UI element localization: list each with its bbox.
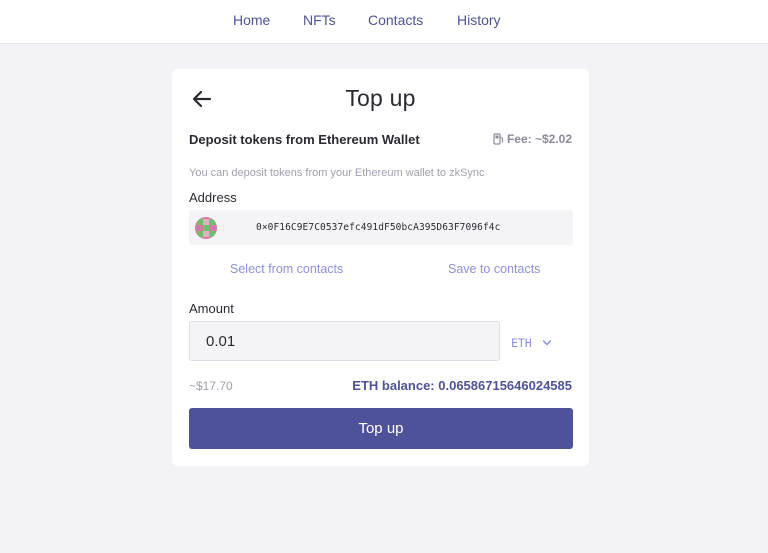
nav-nfts[interactable]: NFTs — [303, 12, 336, 28]
address-identicon — [195, 217, 217, 239]
top-up-button[interactable]: Top up — [189, 408, 573, 449]
top-navigation: Home NFTs Contacts History — [0, 0, 768, 44]
fee-indicator: Fee: ~$2.02 — [493, 132, 572, 146]
nav-home[interactable]: Home — [233, 12, 270, 28]
top-up-card: Top up Deposit tokens from Ethereum Wall… — [172, 69, 589, 466]
address-label: Address — [189, 190, 237, 205]
deposit-description: You can deposit tokens from your Ethereu… — [189, 167, 485, 179]
fee-value: Fee: ~$2.02 — [506, 132, 572, 146]
amount-label: Amount — [189, 301, 234, 316]
address-field[interactable]: 0×0F16C9E7C0537efc491dF50bcA395D63F7096f… — [189, 210, 573, 245]
usd-estimate: ~$17.70 — [189, 379, 233, 393]
nav-history[interactable]: History — [457, 12, 501, 28]
amount-input[interactable] — [189, 321, 500, 361]
nav-contacts[interactable]: Contacts — [368, 12, 423, 28]
token-symbol: ETH — [511, 336, 532, 350]
save-to-contacts-link[interactable]: Save to contacts — [448, 262, 540, 276]
eth-balance[interactable]: ETH balance: 0.06586715646024585 — [352, 378, 572, 393]
chevron-down-icon — [542, 334, 552, 352]
select-from-contacts-link[interactable]: Select from contacts — [230, 262, 343, 276]
token-select[interactable]: ETH — [511, 334, 552, 352]
page-title: Top up — [345, 85, 416, 111]
fuel-icon — [493, 133, 504, 145]
address-value: 0×0F16C9E7C0537efc491dF50bcA395D63F7096f… — [256, 222, 501, 233]
deposit-subtitle: Deposit tokens from Ethereum Wallet — [189, 132, 420, 147]
